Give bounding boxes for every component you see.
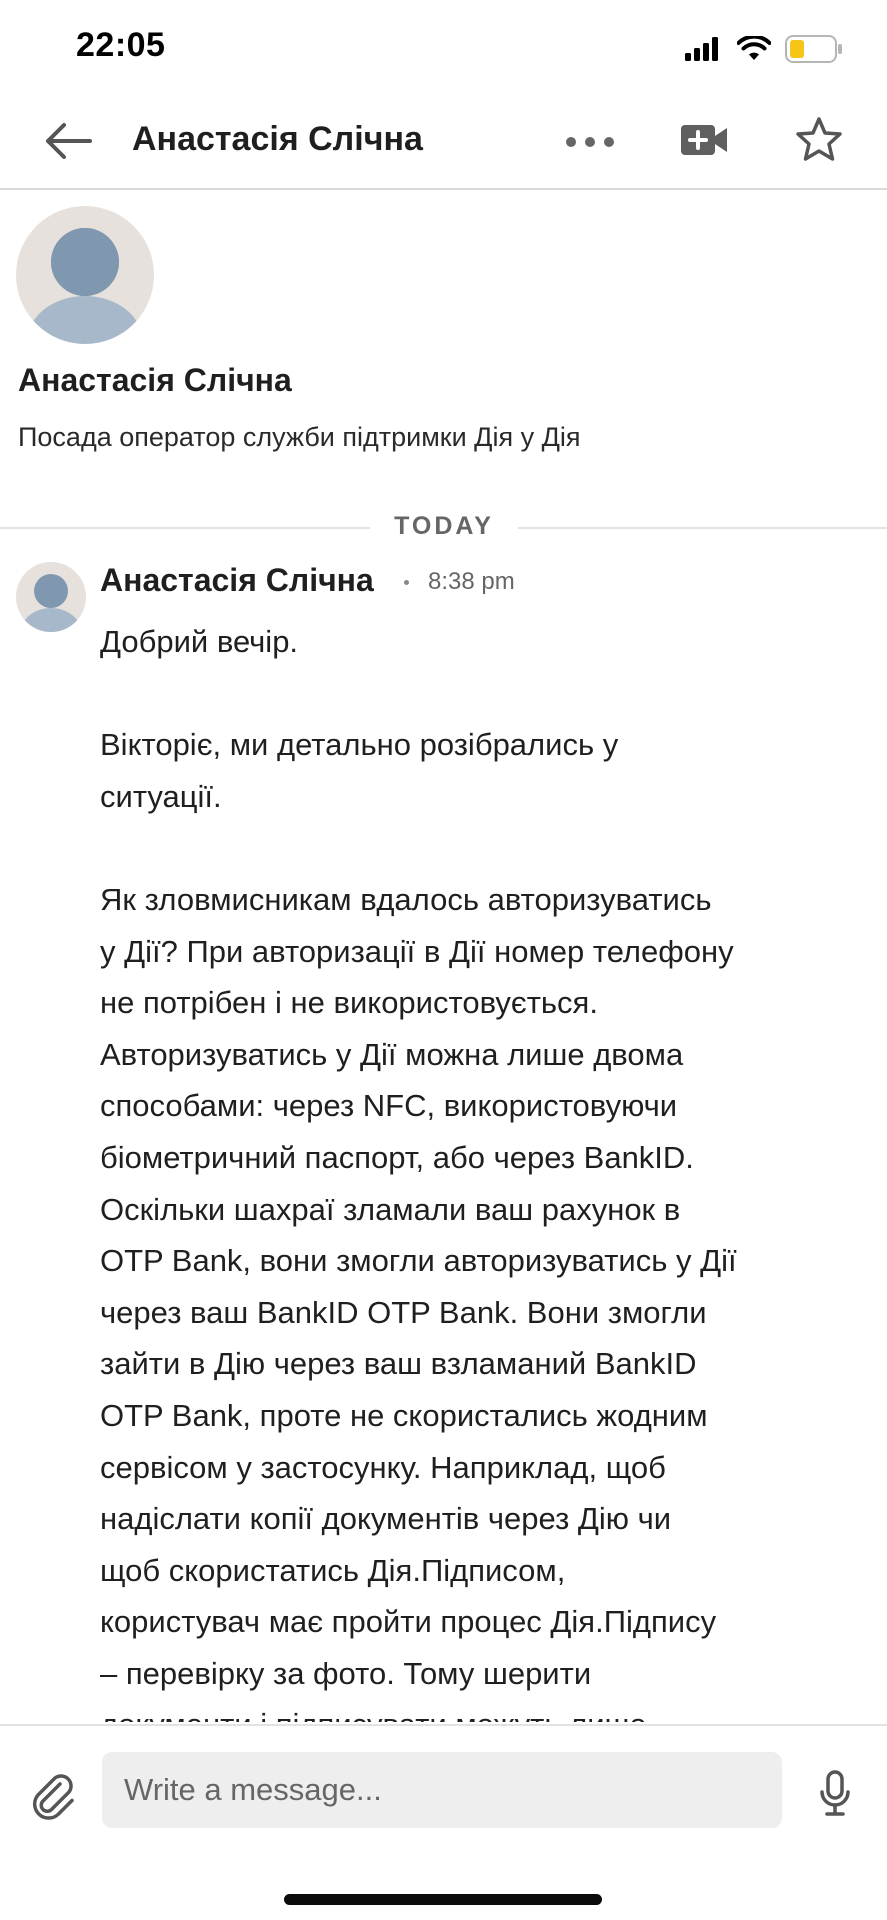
conversation-header: Анастасія Слічна [0,96,887,190]
message-line: OTP Bank, вони змогли авторизуватись у Д… [100,1243,737,1279]
message-line: – перевірку за фото. Тому шерити [100,1655,592,1691]
attach-button[interactable] [26,1768,82,1824]
conversation-title[interactable]: Анастасія Слічна [132,120,423,159]
star-outline-icon [796,117,842,161]
message-line: Добрий вечір. [100,624,299,659]
sender-avatar[interactable] [16,562,86,632]
message-line: користувач має пройти процес Дія.Підпису [100,1604,717,1640]
message-line: сервісом у застосунку. Наприклад, щоб [100,1449,666,1485]
message-line: Оскільки шахраї зламали ваш рахунок в [100,1191,681,1227]
paperclip-icon [32,1774,74,1820]
status-bar: 22:05 [0,0,887,96]
wifi-icon [737,36,771,60]
message-line: ситуації. [100,778,222,814]
profile-headline: Посада оператор служби підтримки Дія у Д… [18,422,581,452]
default-avatar-icon [27,228,143,344]
message-line: щоб скористатись Дія.Підписом, [100,1552,566,1588]
message-body: Добрий вечір. Вікторіє, ми детально розі… [100,616,840,1722]
message-line: у Дії? При авторизації в Дії номер телеф… [100,933,734,969]
microphone-icon [820,1770,850,1816]
message-line: OTP Bank, проте не скористались жодним [100,1397,708,1433]
message-line: біометричний паспорт, або через BankID. [100,1139,694,1175]
cellular-signal-icon [685,37,718,61]
message-input[interactable] [102,1752,782,1828]
video-add-icon [681,125,727,155]
divider-line-right [518,527,887,529]
message-line: надіслати копії документів через Дію чи [100,1501,672,1537]
message-line: не потрібен і не використовується. [100,985,598,1021]
message-line: Вікторіє, ми детально розібрались у [100,727,619,763]
profile-avatar[interactable] [16,206,154,344]
more-options-button[interactable] [560,122,620,162]
star-button[interactable] [792,112,846,166]
profile-name[interactable]: Анастасія Слічна [18,362,292,399]
message-line: зайти в Дію через ваш взламаний BankID [100,1346,697,1382]
arrow-left-icon [46,123,92,159]
message-line: через ваш BankID OTP Bank. Вони змогли [100,1294,707,1330]
message-line: документи і підписувати можуть лише [100,1699,840,1722]
default-avatar-icon [21,574,81,632]
messaging-screen: 22:05 Анастасія Слічна Анастасія Слічна … [0,0,887,1920]
message-timestamp: 8:38 pm [428,568,515,595]
microphone-button[interactable] [808,1766,862,1822]
day-divider: TODAY [0,508,887,546]
home-indicator[interactable] [284,1894,602,1905]
message-line: Авторизуватись у Дії можна лише двома [100,1036,684,1072]
message-sender-name[interactable]: Анастасія Слічна [100,562,374,599]
day-divider-label: TODAY [394,512,494,540]
video-call-button[interactable] [678,116,732,164]
message-line: способами: через NFC, використовуючи [100,1088,678,1124]
status-icons [685,34,843,64]
back-button[interactable] [40,116,96,166]
divider-line-left [0,527,370,529]
more-horizontal-icon [566,137,614,147]
message-line: Як зловмисникам вдалось авторизуватись [100,881,712,917]
battery-icon [785,35,842,63]
separator-dot [404,580,409,585]
message-composer [0,1724,887,1920]
status-time: 22:05 [76,26,166,64]
